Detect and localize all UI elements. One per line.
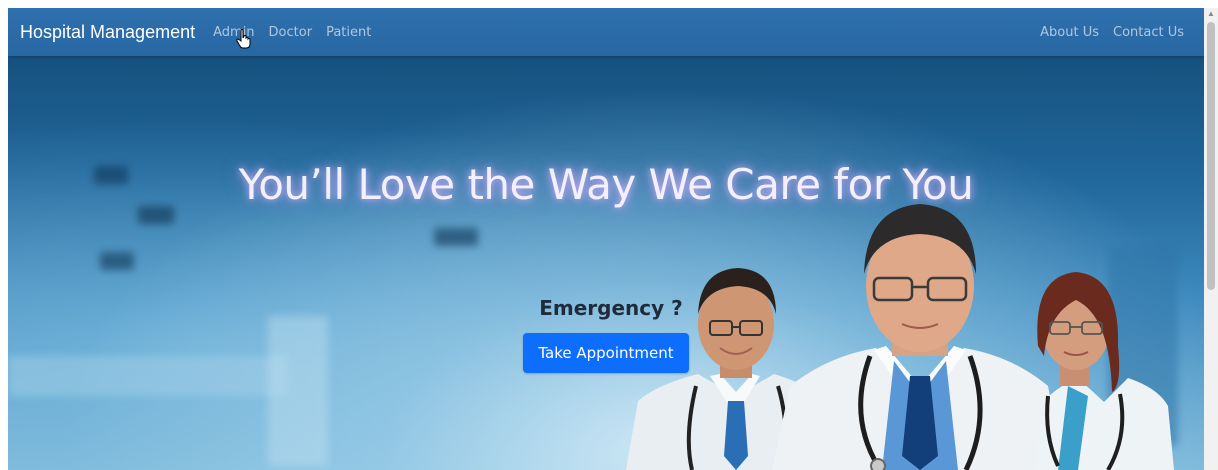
brand-link[interactable]: Hospital Management [20, 22, 195, 43]
doctors-photo [626, 204, 1174, 470]
nav-link-contact-us[interactable]: Contact Us [1113, 25, 1184, 40]
hand-cursor-icon [236, 29, 251, 49]
scroll-thumb[interactable] [1207, 22, 1215, 290]
hero-section: You’ll Love the Way We Care for You Emer… [8, 56, 1204, 470]
page-scrollbar[interactable]: ▲ [1204, 8, 1218, 470]
doctor-center-figure [772, 204, 1064, 470]
nav-link-patient[interactable]: Patient [326, 25, 371, 40]
scroll-up-arrow-icon[interactable]: ▲ [1207, 10, 1215, 18]
nav-link-doctor[interactable]: Doctor [269, 25, 313, 40]
doctor-right-figure [1034, 272, 1174, 470]
nav-link-about-us[interactable]: About Us [1040, 25, 1099, 40]
top-navbar: Hospital Management Admin Doctor Patient… [8, 8, 1204, 56]
nav-right-links: About Us Contact Us [1040, 25, 1198, 40]
browser-viewport: Hospital Management Admin Doctor Patient… [8, 8, 1204, 470]
